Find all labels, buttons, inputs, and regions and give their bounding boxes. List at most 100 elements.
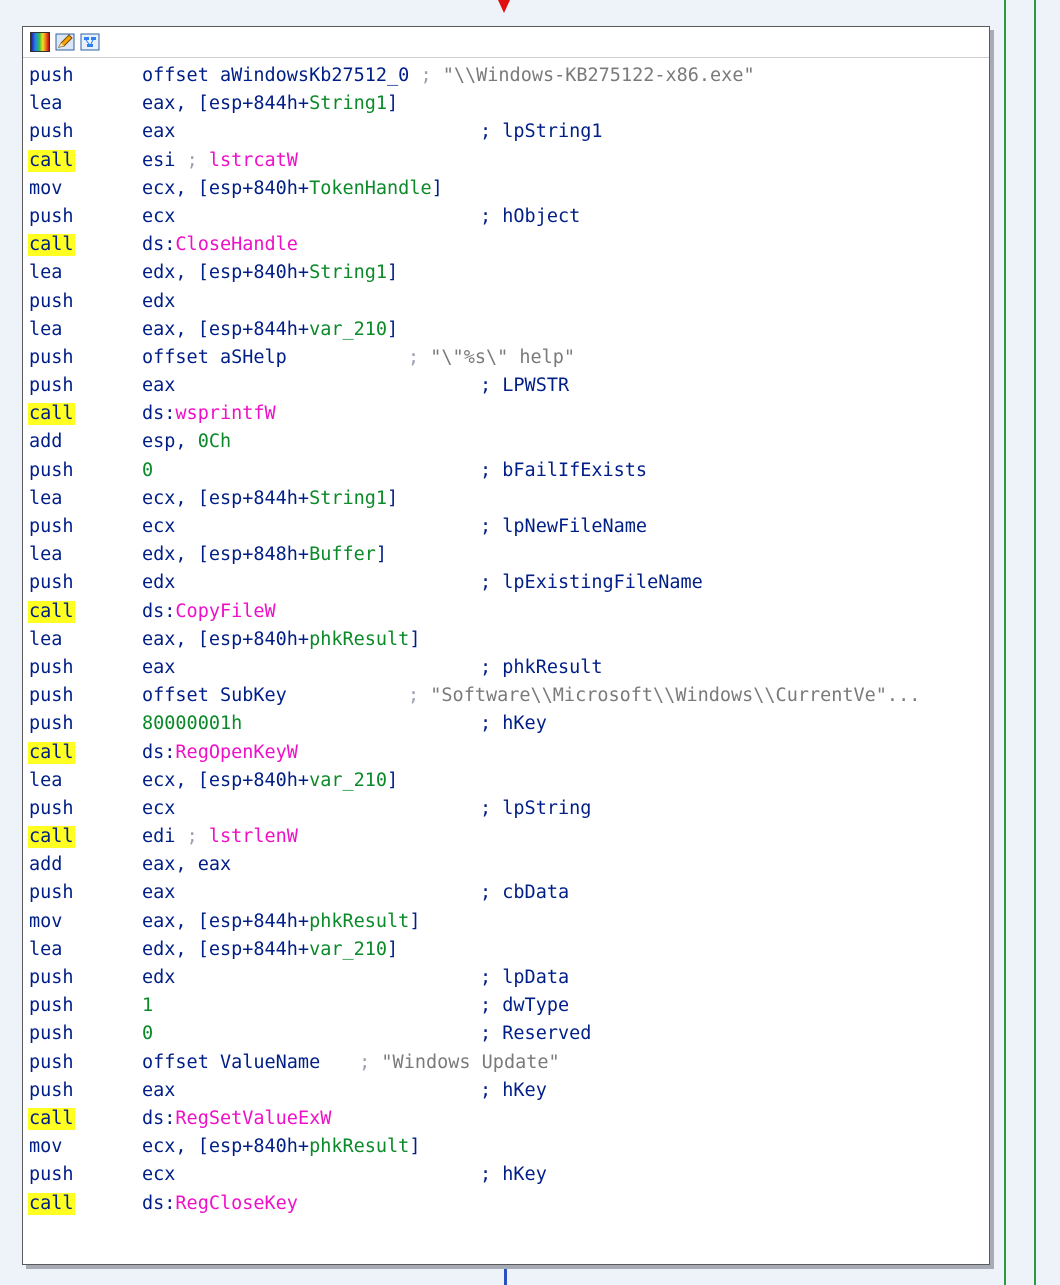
graph-canvas[interactable]: push offset aWindowsKb27512_0 ; "\\Window… [0, 0, 1060, 1285]
mnemonic[interactable]: push [28, 347, 75, 369]
operands[interactable]: ecx [142, 795, 175, 823]
instruction-line[interactable]: push 1 ; dwType [23, 992, 989, 1020]
operands[interactable]: edi ; lstrlenW [142, 823, 298, 851]
mnemonic[interactable]: push [28, 516, 75, 538]
operands[interactable]: ds:CloseHandle [142, 231, 298, 259]
instruction-line[interactable]: call ds:RegSetValueExW [23, 1105, 989, 1133]
mnemonic[interactable]: lea [28, 488, 63, 510]
operands[interactable]: ds:RegOpenKeyW [142, 739, 298, 767]
operands[interactable]: ecx, [esp+844h+String1] [142, 485, 398, 513]
operands[interactable]: esi ; lstrcatW [142, 147, 298, 175]
instruction-line[interactable]: call ds:CloseHandle [23, 231, 989, 259]
instruction-line[interactable]: push ecx ; hObject [23, 203, 989, 231]
instruction-line[interactable]: push eax ; lpString1 [23, 118, 989, 146]
graph-overview-icon[interactable] [80, 32, 100, 52]
mnemonic[interactable]: push [28, 685, 75, 707]
operands[interactable]: offset aWindowsKb27512_0 ; "\\Windows-KB… [142, 62, 755, 90]
instruction-line[interactable]: push offset SubKey; "Software\\Microsoft\… [23, 682, 989, 710]
mnemonic[interactable]: push [28, 1164, 75, 1186]
operands[interactable]: ecx, [esp+840h+var_210] [142, 767, 398, 795]
mnemonic[interactable]: push [28, 1023, 75, 1045]
mnemonic[interactable]: call [28, 234, 75, 257]
instruction-line[interactable]: push ecx ; lpString [23, 795, 989, 823]
operands[interactable]: offset SubKey [142, 682, 287, 710]
operands[interactable]: eax, eax [142, 851, 231, 879]
instruction-line[interactable]: push ecx ; lpNewFileName [23, 513, 989, 541]
mnemonic[interactable]: lea [28, 93, 63, 115]
operands[interactable]: ds:CopyFileW [142, 598, 276, 626]
instruction-line[interactable]: add esp, 0Ch [23, 428, 989, 456]
mnemonic[interactable]: call [28, 826, 75, 849]
mnemonic[interactable]: push [28, 375, 75, 397]
operands[interactable]: edx, [esp+844h+var_210] [142, 936, 398, 964]
operands[interactable]: edx, [esp+840h+String1] [142, 259, 398, 287]
instruction-line[interactable]: call ds:RegCloseKey [23, 1190, 989, 1218]
instruction-line[interactable]: push 0 ; bFailIfExists [23, 457, 989, 485]
operands[interactable]: eax, [esp+844h+phkResult] [142, 908, 420, 936]
operands[interactable]: ds:RegCloseKey [142, 1190, 298, 1218]
operands[interactable]: ds:RegSetValueExW [142, 1105, 331, 1133]
instruction-line[interactable]: push eax ; cbData [23, 879, 989, 907]
mnemonic[interactable]: call [28, 403, 75, 426]
instruction-line[interactable]: add eax, eax [23, 851, 989, 879]
mnemonic[interactable]: push [28, 967, 75, 989]
operands[interactable]: eax [142, 1077, 175, 1105]
operands[interactable]: ds:wsprintfW [142, 400, 276, 428]
operands[interactable]: edx [142, 569, 175, 597]
operands[interactable]: offset ValueName [142, 1049, 320, 1077]
mnemonic[interactable]: mov [28, 911, 63, 933]
operands[interactable]: eax [142, 654, 175, 682]
mnemonic[interactable]: lea [28, 319, 63, 341]
instruction-line[interactable]: call ds:CopyFileW [23, 598, 989, 626]
instruction-line[interactable]: push offset ValueName ; "Windows Update" [23, 1049, 989, 1077]
instruction-line[interactable]: push 80000001h ; hKey [23, 710, 989, 738]
operands[interactable]: 1 [142, 992, 153, 1020]
operands[interactable]: ecx, [esp+840h+phkResult] [142, 1133, 420, 1161]
mnemonic[interactable]: call [28, 741, 75, 764]
instruction-line[interactable]: lea eax, [esp+844h+var_210] [23, 316, 989, 344]
operands[interactable]: offset aSHelp [142, 344, 287, 372]
mnemonic[interactable]: mov [28, 1136, 63, 1158]
operands[interactable]: ecx [142, 1161, 175, 1189]
mnemonic[interactable]: push [28, 713, 75, 735]
mnemonic[interactable]: lea [28, 262, 63, 284]
mnemonic[interactable]: add [28, 854, 63, 876]
instruction-line[interactable]: mov ecx, [esp+840h+TokenHandle] [23, 175, 989, 203]
instruction-line[interactable]: call edi ; lstrlenW [23, 823, 989, 851]
mnemonic[interactable]: push [28, 657, 75, 679]
mnemonic[interactable]: call [28, 1107, 75, 1130]
instruction-line[interactable]: lea eax, [esp+844h+String1] [23, 90, 989, 118]
instruction-line[interactable]: push edx ; lpExistingFileName [23, 569, 989, 597]
instruction-line[interactable]: push ecx ; hKey [23, 1161, 989, 1189]
mnemonic[interactable]: lea [28, 629, 63, 651]
instruction-line[interactable]: lea edx, [esp+840h+String1] [23, 259, 989, 287]
mnemonic[interactable]: call [28, 1192, 75, 1215]
instruction-line[interactable]: call ds:wsprintfW [23, 400, 989, 428]
mnemonic[interactable]: push [28, 460, 75, 482]
operands[interactable]: eax [142, 372, 175, 400]
operands[interactable]: 0 [142, 1020, 153, 1048]
instruction-line[interactable]: push 0 ; Reserved [23, 1020, 989, 1048]
mnemonic[interactable]: lea [28, 939, 63, 961]
edit-node-icon[interactable] [55, 32, 75, 52]
graph-colors-icon[interactable] [30, 32, 50, 52]
operands[interactable]: edx, [esp+848h+Buffer] [142, 541, 387, 569]
instruction-line[interactable]: call esi ; lstrcatW [23, 147, 989, 175]
operands[interactable]: ecx, [esp+840h+TokenHandle] [142, 175, 443, 203]
instruction-line[interactable]: lea edx, [esp+848h+Buffer] [23, 541, 989, 569]
basic-block-node[interactable]: push offset aWindowsKb27512_0 ; "\\Window… [22, 26, 990, 1265]
instruction-line[interactable]: mov eax, [esp+844h+phkResult] [23, 908, 989, 936]
operands[interactable]: eax, [esp+844h+var_210] [142, 316, 398, 344]
mnemonic[interactable]: push [28, 798, 75, 820]
mnemonic[interactable]: mov [28, 178, 63, 200]
operands[interactable]: edx [142, 964, 175, 992]
instruction-line[interactable]: push eax ; LPWSTR [23, 372, 989, 400]
operands[interactable]: esp, 0Ch [142, 428, 231, 456]
instruction-line[interactable]: push edx [23, 288, 989, 316]
instruction-line[interactable]: push eax ; hKey [23, 1077, 989, 1105]
operands[interactable]: eax, [esp+840h+phkResult] [142, 626, 420, 654]
mnemonic[interactable]: push [28, 1052, 75, 1074]
mnemonic[interactable]: call [28, 600, 75, 623]
instruction-line[interactable]: push offset aWindowsKb27512_0 ; "\\Window… [23, 62, 989, 90]
mnemonic[interactable]: call [28, 149, 75, 172]
